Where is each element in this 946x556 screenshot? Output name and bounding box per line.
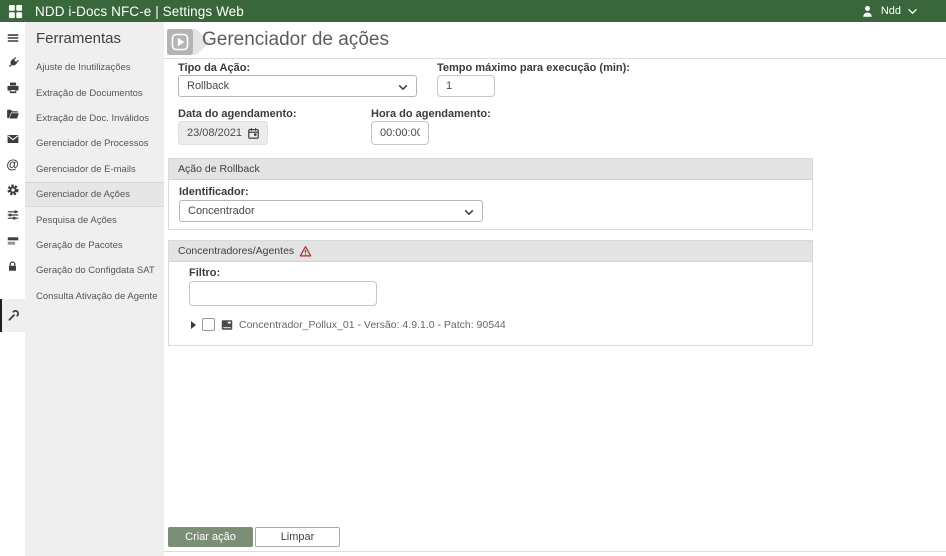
agents-section: Concentradores/Agentes Filtro: [168, 240, 813, 346]
user-avatar-icon [860, 4, 875, 19]
app-logo-icon [8, 4, 23, 19]
list-icon[interactable] [0, 228, 25, 253]
sidebar-item-extracao-documentos[interactable]: Extração de Documentos [25, 80, 164, 105]
rollback-section-header: Ação de Rollback [169, 159, 812, 180]
criar-acao-button[interactable]: Criar ação [168, 527, 253, 547]
tipo-acao-label: Tipo da Ação: [178, 62, 250, 74]
concentrator-icon [221, 319, 233, 331]
sidebar-item-consulta-ativacao-agente[interactable]: Consulta Ativação de Agente [25, 284, 164, 309]
data-agendamento-value: 23/08/2021 [187, 127, 242, 139]
lock-icon[interactable] [0, 254, 25, 279]
sidebar-item-extracao-doc-invalidos[interactable]: Extração de Doc. Inválidos [25, 106, 164, 131]
tree-expander-icon[interactable] [191, 321, 196, 329]
identificador-select[interactable]: Concentrador [179, 200, 483, 222]
page-title: Gerenciador de ações [202, 29, 389, 51]
agent-checkbox[interactable] [202, 318, 215, 331]
filtro-label: Filtro: [189, 267, 220, 279]
svg-text:@: @ [6, 158, 18, 172]
sidebar-item-ajuste-inutilizacoes[interactable]: Ajuste de Inutilizações [25, 55, 164, 80]
chevron-down-icon [398, 84, 408, 91]
filtro-input[interactable] [189, 281, 377, 306]
topbar: NDD i-Docs NFC-e | Settings Web Ndd [0, 0, 946, 22]
gear-icon[interactable] [0, 177, 25, 202]
hora-agendamento-input[interactable] [371, 121, 429, 145]
limpar-button[interactable]: Limpar [255, 527, 340, 547]
tipo-acao-value: Rollback [187, 80, 229, 92]
bottom-divider [164, 551, 946, 552]
printer-icon[interactable] [0, 76, 25, 101]
identificador-value: Concentrador [188, 205, 255, 217]
sidebar-item-pesquisa-acoes[interactable]: Pesquisa de Ações [25, 207, 164, 232]
tempo-maximo-input[interactable] [437, 75, 495, 97]
rollback-section: Ação de Rollback Identificador: Concentr… [168, 158, 813, 230]
hora-agendamento-label: Hora do agendamento: [371, 108, 491, 120]
chevron-down-icon [907, 8, 918, 15]
agents-section-header: Concentradores/Agentes [169, 241, 812, 262]
sidebar-item-gerenciador-emails[interactable]: Gerenciador de E-mails [25, 157, 164, 182]
chevron-down-icon [464, 209, 474, 216]
agent-tree-label: Concentrador_Pollux_01 - Versão: 4.9.1.0… [239, 319, 506, 331]
sidebar-item-gerenciador-processos[interactable]: Gerenciador de Processos [25, 131, 164, 156]
user-menu[interactable]: Ndd [860, 0, 918, 22]
app-title: NDD i-Docs NFC-e | Settings Web [35, 4, 244, 19]
at-sign-icon[interactable]: @ [0, 152, 25, 177]
sidebar-item-geracao-configdata-sat[interactable]: Geração do Configdata SAT [25, 258, 164, 283]
sliders-icon[interactable] [0, 203, 25, 228]
wrench-icon[interactable] [0, 299, 25, 332]
calendar-icon[interactable] [247, 127, 260, 140]
main-content: Gerenciador de ações Tipo da Ação: Rollb… [164, 22, 946, 556]
app-window: NDD i-Docs NFC-e | Settings Web Ndd [0, 0, 946, 556]
agents-section-title: Concentradores/Agentes [178, 245, 294, 257]
warning-icon [299, 245, 312, 258]
sidebar-heading: Ferramentas [25, 22, 164, 50]
data-agendamento-field[interactable]: 23/08/2021 [178, 121, 268, 145]
icon-strip: @ [0, 22, 25, 556]
user-name: Ndd [881, 5, 901, 17]
page-header: Gerenciador de ações [164, 22, 946, 59]
rollback-section-title: Ação de Rollback [178, 163, 260, 175]
plug-icon[interactable] [0, 50, 25, 75]
identificador-label: Identificador: [179, 186, 249, 198]
mail-icon[interactable] [0, 127, 25, 152]
agent-tree-row[interactable]: Concentrador_Pollux_01 - Versão: 4.9.1.0… [191, 318, 506, 331]
menu-icon[interactable] [0, 25, 25, 50]
data-agendamento-label: Data do agendamento: [178, 108, 297, 120]
tempo-maximo-label: Tempo máximo para execução (min): [437, 62, 630, 74]
sidebar: Ferramentas Ajuste de Inutilizações Extr… [25, 22, 164, 556]
tipo-acao-select[interactable]: Rollback [178, 75, 417, 97]
folder-open-icon[interactable] [0, 101, 25, 126]
sidebar-item-geracao-pacotes[interactable]: Geração de Pacotes [25, 233, 164, 258]
sidebar-items: Ajuste de Inutilizações Extração de Docu… [25, 55, 164, 309]
sidebar-item-gerenciador-acoes[interactable]: Gerenciador de Ações [25, 182, 164, 207]
